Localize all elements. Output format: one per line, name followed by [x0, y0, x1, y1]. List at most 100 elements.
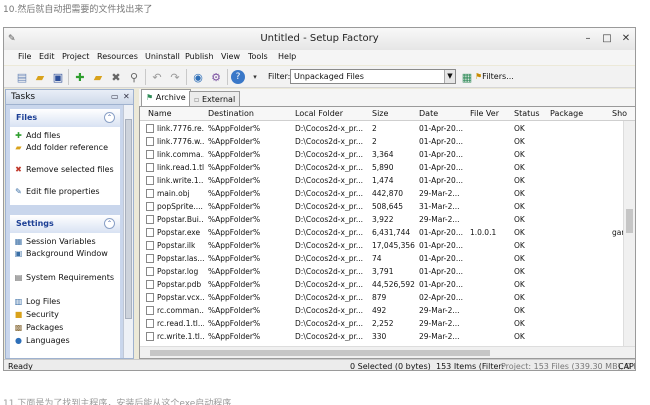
task-edit-file-properties[interactable]: ✎ Edit file properties	[14, 187, 118, 197]
table-row[interactable]: popSprite.... %AppFolder% D:\Cocos2d-x_pr.…	[140, 200, 623, 213]
col-destination[interactable]: Destination	[208, 109, 254, 118]
file-name: Popstar.vcx...	[157, 293, 204, 302]
menu-file[interactable]: File	[18, 52, 31, 61]
menu-help[interactable]: Help	[278, 52, 296, 61]
add-icon[interactable]: ✚	[72, 69, 88, 85]
cell-local-folder: D:\Cocos2d-x_pr...	[295, 150, 364, 159]
col-size[interactable]: Size	[372, 109, 388, 118]
vertical-scrollbar[interactable]	[623, 121, 635, 346]
cell-date: 01-Apr-20...	[419, 241, 463, 250]
col-shortcut[interactable]: Sho	[612, 109, 627, 118]
files-group-title: Files	[16, 113, 38, 122]
chevron-down-icon[interactable]: ▼	[444, 70, 455, 83]
open-icon[interactable]: ▰	[32, 69, 48, 85]
task-system-requirements[interactable]: ▤ System Requirements	[14, 273, 118, 283]
menu-view[interactable]: View	[221, 52, 240, 61]
cell-name: Popstar.Bui...	[146, 215, 204, 224]
filters-button[interactable]: ⚑Filters...	[475, 72, 514, 81]
task-remove-selected-files[interactable]: ✖ Remove selected files	[14, 165, 118, 175]
cell-status: OK	[514, 202, 525, 211]
build-icon[interactable]: ◉	[190, 69, 206, 85]
table-row[interactable]: link.7776.re... %AppFolder% D:\Cocos2d-x_p…	[140, 122, 623, 135]
undo-icon[interactable]: ↶	[149, 69, 165, 85]
grid-header: Name Destination Local Folder Size Date …	[140, 107, 635, 121]
table-row[interactable]: link.7776.w... %AppFolder% D:\Cocos2d-x_pr…	[140, 135, 623, 148]
menu-edit[interactable]: Edit	[39, 52, 55, 61]
filter-label: Filter:	[268, 72, 291, 81]
table-row[interactable]: Popstar.Bui... %AppFolder% D:\Cocos2d-x_pr…	[140, 213, 623, 226]
table-row[interactable]: link.write.1.... %AppFolder% D:\Cocos2d-x_…	[140, 174, 623, 187]
filter-refresh-icon[interactable]: ▦	[459, 69, 475, 85]
filter-select[interactable]: Unpackaged Files ▼	[290, 69, 456, 84]
collapse-icon[interactable]: ⌃	[104, 218, 115, 229]
task-add-files[interactable]: ✚ Add files	[14, 131, 118, 141]
horizontal-scrollbar[interactable]	[140, 346, 635, 358]
table-row[interactable]: Popstar.log %AppFolder% D:\Cocos2d-x_pr...…	[140, 265, 623, 278]
file-name: link.7776.re...	[157, 124, 204, 133]
cell-destination: %AppFolder%	[208, 319, 261, 328]
help-icon[interactable]: ?	[231, 70, 245, 84]
maximize-icon[interactable]: □	[600, 32, 614, 46]
pin-icon[interactable]: ▭	[111, 92, 119, 101]
task-security[interactable]: ■ Security	[14, 310, 118, 320]
title-bar: ✎ Untitled - Setup Factory – □ ✕	[4, 28, 635, 50]
table-row[interactable]: link.comma... %AppFolder% D:\Cocos2d-x_pr.…	[140, 148, 623, 161]
task-session-variables[interactable]: ▦ Session Variables	[14, 237, 118, 247]
close-icon[interactable]: ✕	[619, 32, 633, 46]
table-row[interactable]: Popstar.las... %AppFolder% D:\Cocos2d-x_pr…	[140, 252, 623, 265]
table-row[interactable]: link.read.1.tl... %AppFolder% D:\Cocos2d-x…	[140, 161, 623, 174]
table-row[interactable]: rc.read.1.tl... %AppFolder% D:\Cocos2d-x_p…	[140, 317, 623, 330]
task-log-files[interactable]: ▥ Log Files	[14, 297, 118, 307]
help-dropdown-icon[interactable]: ▾	[247, 69, 263, 85]
tab-external[interactable]: ▫ External	[189, 91, 241, 106]
redo-icon[interactable]: ↷	[167, 69, 183, 85]
caption-top: 10.然后就自动把需要的文件找出来了	[3, 5, 153, 15]
table-row[interactable]: rc.write.1.tl... %AppFolder% D:\Cocos2d-x_…	[140, 330, 623, 343]
menu-publish[interactable]: Publish	[185, 52, 214, 61]
table-row[interactable]: Popstar.pdb %AppFolder% D:\Cocos2d-x_pr...…	[140, 278, 623, 291]
search-icon[interactable]: ⚲	[126, 69, 142, 85]
menu-tools[interactable]: Tools	[248, 52, 268, 61]
col-status[interactable]: Status	[514, 109, 540, 118]
new-icon[interactable]: ▤	[14, 69, 30, 85]
settings-group-header[interactable]: Settings ⌃	[10, 215, 120, 233]
menu-resources[interactable]: Resources	[97, 52, 138, 61]
files-group-header[interactable]: Files ⌃	[10, 109, 120, 127]
task-add-folder-reference[interactable]: ▰ Add folder reference	[14, 143, 118, 153]
tools-icon[interactable]: ✖	[108, 69, 124, 85]
table-row[interactable]: rc.comman... %AppFolder% D:\Cocos2d-x_pr..…	[140, 304, 623, 317]
menu-uninstall[interactable]: Uninstall	[145, 52, 180, 61]
task-packages[interactable]: ▩ Packages	[14, 323, 118, 333]
col-name[interactable]: Name	[148, 109, 172, 118]
cell-date: 29-Mar-2...	[419, 319, 460, 328]
tab-archive[interactable]: ⚑ Archive	[141, 89, 191, 106]
cell-destination: %AppFolder%	[208, 306, 261, 315]
col-date[interactable]: Date	[419, 109, 438, 118]
table-row[interactable]: main.obj %AppFolder% D:\Cocos2d-x_pr... 442…	[140, 187, 623, 200]
collapse-icon[interactable]: ⌃	[104, 112, 115, 123]
cell-date: 01-Apr-20...	[419, 176, 463, 185]
cell-status: OK	[514, 241, 525, 250]
col-package[interactable]: Package	[550, 109, 583, 118]
table-row[interactable]: Popstar.ilk %AppFolder% D:\Cocos2d-x_pr...…	[140, 239, 623, 252]
cell-destination: %AppFolder%	[208, 267, 261, 276]
task-background-window[interactable]: ▣ Background Window	[14, 249, 118, 259]
tasks-scrollbar[interactable]	[123, 105, 133, 358]
cell-destination: %AppFolder%	[208, 293, 261, 302]
col-file-ver[interactable]: File Ver	[470, 109, 499, 118]
col-local-folder[interactable]: Local Folder	[295, 109, 343, 118]
tasks-close-icon[interactable]: ✕	[123, 92, 130, 101]
task-languages[interactable]: ● Languages	[14, 336, 118, 346]
add-folder-icon[interactable]: ▰	[90, 69, 106, 85]
file-icon	[146, 267, 154, 276]
folder-add-icon: ▰	[15, 143, 22, 152]
minimize-icon[interactable]: –	[581, 32, 595, 46]
menu-project[interactable]: Project	[62, 52, 89, 61]
save-icon[interactable]: ▣	[50, 69, 66, 85]
table-row[interactable]: Popstar.vcx... %AppFolder% D:\Cocos2d-x_pr…	[140, 291, 623, 304]
table-row[interactable]: Popstar.exe %AppFolder% D:\Cocos2d-x_pr...…	[140, 226, 624, 239]
cell-local-folder: D:\Cocos2d-x_pr...	[295, 228, 364, 237]
file-name: Popstar.Bui...	[157, 215, 204, 224]
tasks-pane: Tasks ▭ ✕ Files ⌃ ✚ Add files ▰ Add fold…	[5, 89, 134, 359]
gear-icon[interactable]: ⚙	[208, 69, 224, 85]
